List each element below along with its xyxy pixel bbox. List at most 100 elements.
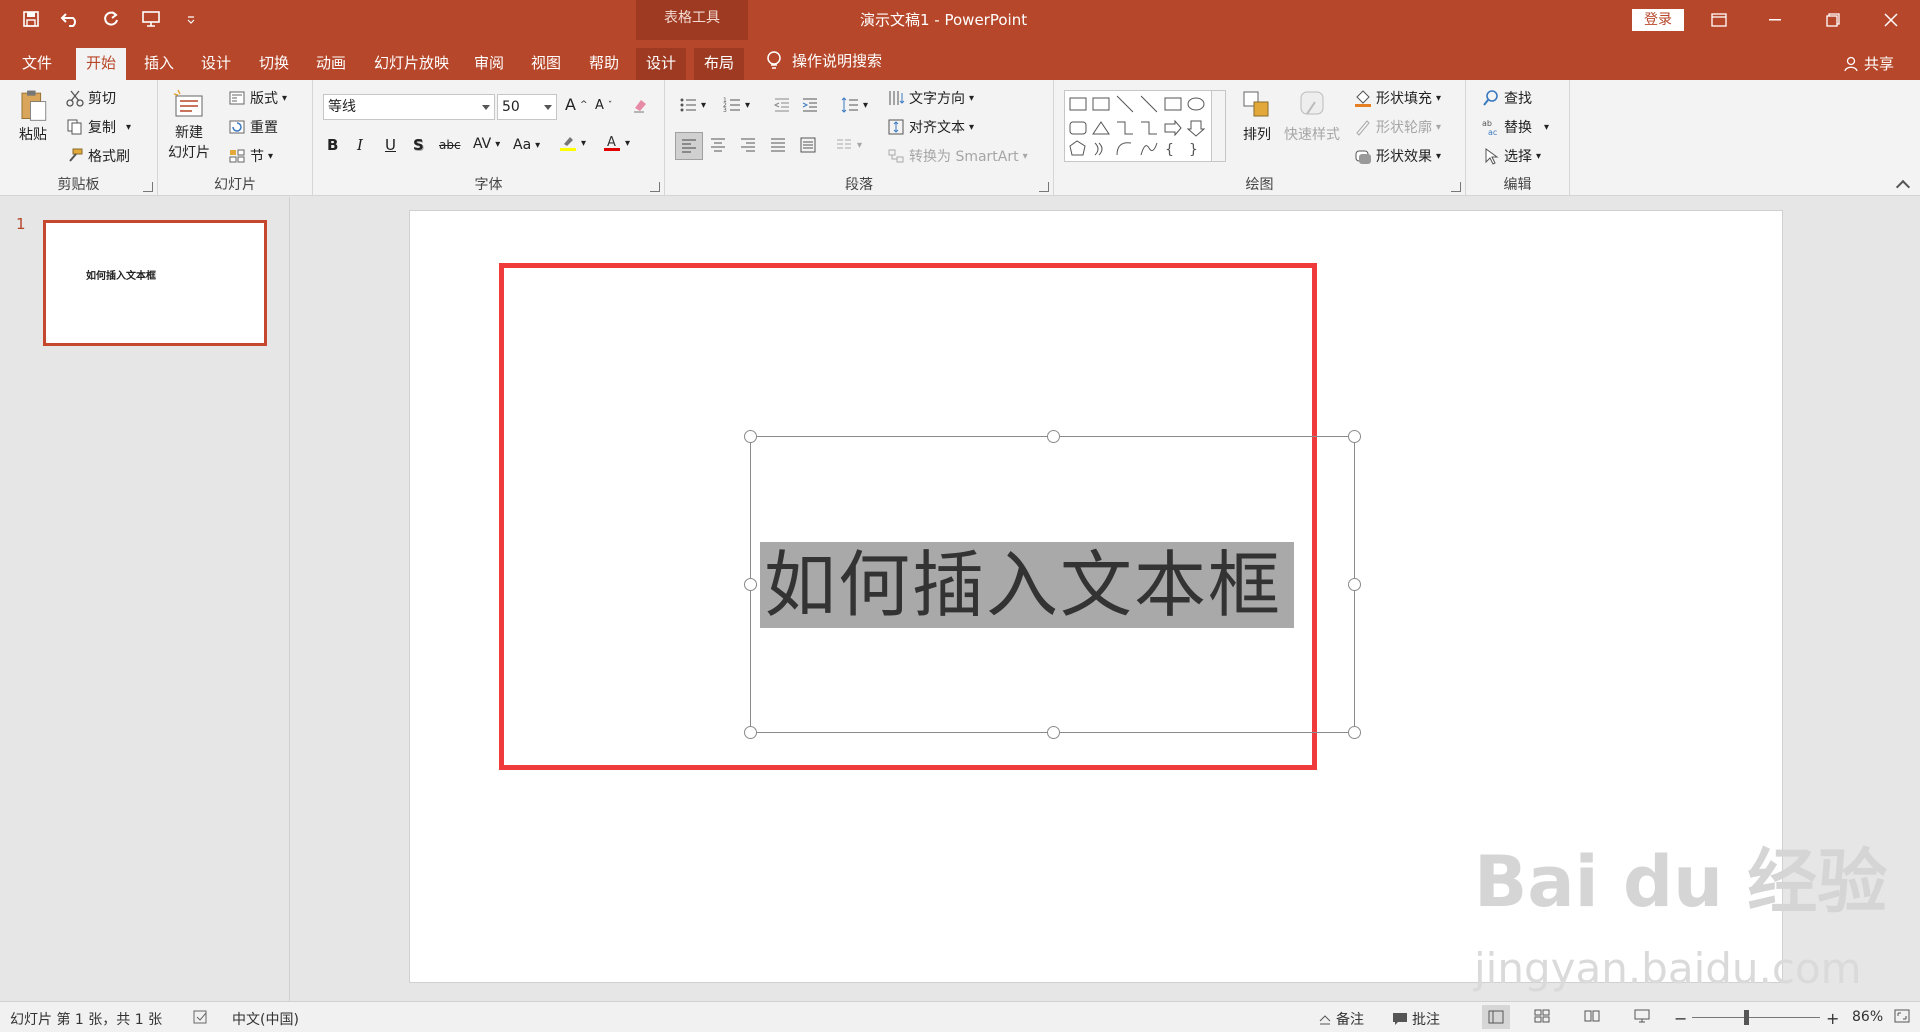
new-slide-button[interactable]: 新建 幻灯片 [168, 88, 210, 162]
align-left-icon[interactable] [675, 132, 703, 160]
tab-design[interactable]: 设计 [191, 48, 241, 80]
section-button[interactable]: 节 ▾ [228, 146, 273, 166]
resize-handle-top-left[interactable] [744, 430, 757, 443]
resize-handle-bottom-left[interactable] [744, 726, 757, 739]
format-painter-button[interactable]: 格式刷 [66, 146, 130, 166]
tab-transitions[interactable]: 切换 [249, 48, 299, 80]
increase-font-size-icon[interactable]: A ^ [565, 95, 588, 114]
resize-handle-top-right[interactable] [1348, 430, 1361, 443]
find-button[interactable]: 查找 [1482, 88, 1532, 108]
font-color-icon[interactable]: A ▾ [603, 134, 630, 152]
replace-button[interactable]: ab ac 替换 ▾ [1482, 117, 1549, 137]
tab-home[interactable]: 开始 [76, 48, 127, 80]
copy-dropdown-icon[interactable]: ▾ [126, 122, 131, 133]
redo-icon[interactable] [98, 6, 124, 32]
select-button[interactable]: 选择 ▾ [1482, 146, 1541, 166]
align-text-button[interactable]: 对齐文本 ▾ [887, 117, 974, 137]
tell-me-search[interactable]: 操作说明搜索 [766, 50, 882, 71]
text-shadow-icon[interactable]: S [413, 136, 424, 154]
restore-icon[interactable] [1810, 0, 1856, 40]
language-indicator[interactable]: 中文(中国) [232, 1009, 299, 1029]
clear-formatting-icon[interactable] [631, 96, 649, 114]
layout-button[interactable]: 版式 ▾ [228, 88, 287, 108]
fit-to-window-icon[interactable] [1894, 1009, 1910, 1023]
justify-icon[interactable] [769, 136, 787, 154]
comments-button[interactable]: 批注 [1392, 1009, 1440, 1029]
tab-help[interactable]: 帮助 [579, 48, 629, 80]
columns-icon[interactable]: ▾ [835, 136, 862, 154]
resize-handle-right[interactable] [1348, 578, 1361, 591]
reading-view-icon[interactable] [1584, 1009, 1600, 1023]
zoom-level[interactable]: 86% [1852, 1009, 1883, 1025]
zoom-out-icon[interactable]: − [1674, 1009, 1687, 1028]
tab-animations[interactable]: 动画 [306, 48, 356, 80]
slide-sorter-icon[interactable] [1534, 1009, 1550, 1023]
align-center-icon[interactable] [709, 136, 727, 154]
tab-table-layout[interactable]: 布局 [694, 48, 745, 80]
close-icon[interactable] [1868, 0, 1914, 40]
login-button[interactable]: 登录 [1632, 9, 1684, 31]
convert-smartart-button[interactable]: 转换为 SmartArt ▾ [887, 146, 1028, 166]
cut-button[interactable]: 剪切 [66, 88, 116, 108]
text-box[interactable]: 如何插入文本框 [744, 430, 1361, 739]
italic-icon[interactable]: I [357, 136, 363, 154]
font-size-select[interactable]: 50 [497, 94, 557, 120]
slideshow-view-icon[interactable] [1634, 1009, 1650, 1023]
share-button[interactable]: 共享 [1844, 53, 1894, 74]
numbering-icon[interactable]: 1 2 3 ▾ [723, 96, 750, 114]
align-right-icon[interactable] [739, 136, 757, 154]
shape-outline-button[interactable]: 形状轮廓 ▾ [1354, 117, 1441, 137]
shapes-gallery-scroll[interactable] [1211, 91, 1225, 161]
decrease-indent-icon[interactable] [773, 96, 791, 114]
start-slideshow-icon[interactable] [138, 6, 164, 32]
reset-button[interactable]: 重置 [228, 117, 278, 137]
selected-text[interactable]: 如何插入文本框 [760, 542, 1295, 628]
bullets-icon[interactable]: ▾ [679, 96, 706, 114]
font-launcher-icon[interactable] [650, 182, 660, 192]
arrange-button[interactable]: 排列 [1240, 88, 1274, 144]
bold-icon[interactable]: B [327, 136, 338, 154]
paragraph-launcher-icon[interactable] [1039, 182, 1049, 192]
font-name-select[interactable]: 等线 [323, 94, 495, 120]
resize-handle-bottom[interactable] [1047, 726, 1060, 739]
highlight-color-icon[interactable]: ▾ [559, 134, 586, 152]
character-spacing-icon[interactable]: AV ▾ [473, 136, 500, 152]
shape-effects-button[interactable]: 形状效果 ▾ [1354, 146, 1441, 166]
zoom-in-icon[interactable]: + [1826, 1009, 1839, 1028]
text-direction-button[interactable]: 文字方向 ▾ [887, 88, 974, 108]
customize-qat-icon[interactable] [178, 6, 204, 32]
zoom-slider[interactable] [1692, 1017, 1820, 1018]
save-icon[interactable] [18, 6, 44, 32]
tab-slideshow[interactable]: 幻灯片放映 [364, 48, 459, 80]
notes-button[interactable]: 备注 [1318, 1009, 1364, 1029]
quick-styles-button[interactable]: 快速样式 [1284, 88, 1340, 144]
change-case-icon[interactable]: Aa ▾ [513, 137, 540, 153]
increase-indent-icon[interactable] [801, 96, 819, 114]
tab-table-design[interactable]: 设计 [636, 48, 687, 80]
ribbon-display-options-icon[interactable] [1696, 0, 1742, 40]
paste-button[interactable]: 粘贴 [16, 88, 50, 144]
copy-button[interactable]: 复制 ▾ [66, 117, 131, 137]
slide-thumbnail[interactable]: 如何插入文本框 [43, 220, 267, 346]
resize-handle-bottom-right[interactable] [1348, 726, 1361, 739]
resize-handle-top[interactable] [1047, 430, 1060, 443]
tab-insert[interactable]: 插入 [134, 48, 184, 80]
tab-file[interactable]: 文件 [12, 48, 62, 80]
line-spacing-icon[interactable]: ▾ [841, 96, 868, 114]
strikethrough-icon[interactable]: abc [439, 138, 461, 152]
underline-icon[interactable]: U [385, 136, 396, 154]
clipboard-launcher-icon[interactable] [143, 182, 153, 192]
shapes-gallery[interactable]: { } [1064, 90, 1226, 162]
decrease-font-size-icon[interactable]: Aˇ [595, 98, 612, 113]
drawing-launcher-icon[interactable] [1451, 182, 1461, 192]
minimize-icon[interactable] [1752, 0, 1798, 40]
normal-view-icon[interactable] [1482, 1005, 1510, 1029]
undo-icon[interactable] [58, 6, 84, 32]
tab-view[interactable]: 视图 [521, 48, 571, 80]
spell-check-icon[interactable] [192, 1009, 210, 1025]
collapse-ribbon-icon[interactable] [1895, 179, 1911, 195]
resize-handle-left[interactable] [744, 578, 757, 591]
shape-fill-button[interactable]: 形状填充 ▾ [1354, 88, 1441, 108]
tab-review[interactable]: 审阅 [464, 48, 514, 80]
zoom-slider-thumb[interactable] [1744, 1010, 1749, 1025]
